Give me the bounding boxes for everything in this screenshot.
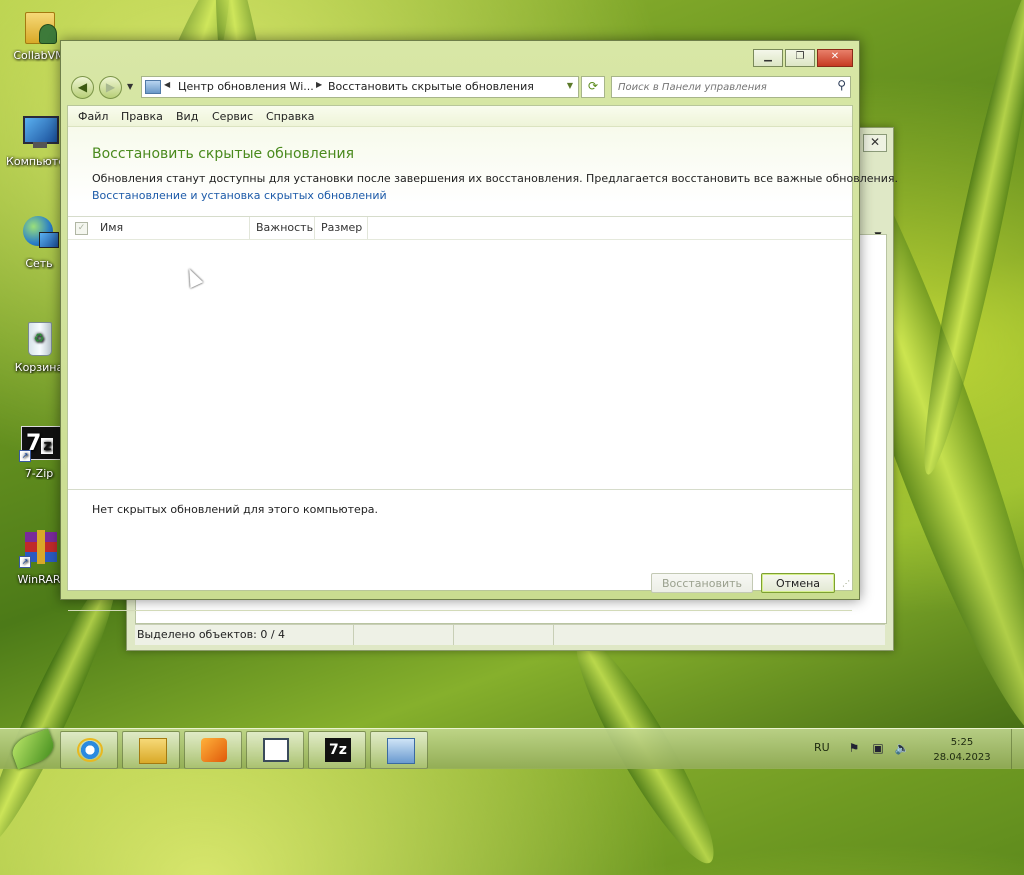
restore-install-link[interactable]: Восстановление и установка скрытых обнов…	[92, 189, 387, 202]
page-description: Обновления станут доступны для установки…	[92, 172, 898, 185]
breadcrumb-arrow-icon: ◀	[164, 80, 171, 89]
window-bottom-strip	[68, 610, 852, 611]
minimize-button[interactable]: ▁	[753, 49, 783, 67]
taskbar-control-panel[interactable]	[370, 731, 428, 769]
menu-help[interactable]: Справка	[266, 110, 314, 123]
status-bar: Выделено объектов: 0 / 4	[135, 624, 885, 645]
resize-grip-icon[interactable]: ⋰	[842, 579, 850, 588]
recycle-bin-icon: ♻	[19, 318, 59, 358]
breadcrumb-current-page[interactable]: Восстановить скрытые обновления	[328, 80, 534, 93]
menu-tools[interactable]: Сервис	[212, 110, 253, 123]
show-desktop-button[interactable]	[1011, 729, 1024, 769]
refresh-button[interactable]: ⟳	[581, 76, 605, 98]
start-leaf-icon	[8, 728, 58, 770]
taskbar-7zip[interactable]: 7z	[308, 731, 366, 769]
window-app-icon	[263, 738, 289, 762]
winrar-icon: ↗	[19, 530, 59, 570]
clock-date: 28.04.2023	[933, 752, 991, 763]
network-globe-icon	[19, 214, 59, 254]
caption-buttons: ▁ ❐ ✕	[753, 49, 853, 67]
taskbar-file-explorer[interactable]	[122, 731, 180, 769]
control-panel-icon	[145, 80, 161, 94]
start-button[interactable]	[6, 728, 58, 770]
menu-view[interactable]: Вид	[176, 110, 198, 123]
7zip-icon: 7z	[325, 738, 351, 762]
address-bar[interactable]: ◀ Центр обновления Wi... ▶ Восстановить …	[141, 76, 579, 98]
list-header: ✓ Имя Важность Размер	[68, 217, 852, 240]
column-header-name[interactable]: Имя	[94, 217, 250, 239]
clock-time: 5:25	[950, 737, 974, 748]
forward-button[interactable]: ▶	[99, 76, 122, 99]
column-header-importance[interactable]: Важность	[250, 217, 315, 239]
menu-file[interactable]: Файл	[78, 110, 108, 123]
action-center-flag-icon[interactable]: ⚑	[846, 741, 862, 755]
file-explorer-icon	[139, 738, 167, 764]
column-header-size[interactable]: Размер	[315, 217, 368, 239]
menu-bar: Файл Правка Вид Сервис Справка	[68, 106, 852, 127]
address-dropdown-icon[interactable]: ▼	[567, 81, 573, 90]
breadcrumb-windows-update[interactable]: Центр обновления Wi...	[178, 80, 314, 93]
clock[interactable]: 5:25 28.04.2023	[930, 735, 994, 765]
menu-edit[interactable]: Правка	[121, 110, 163, 123]
control-panel-icon	[387, 738, 415, 764]
7zip-icon: 7z ↗	[19, 424, 61, 464]
selection-status-text: Выделено объектов: 0 / 4	[137, 628, 286, 641]
taskbar-media-player[interactable]	[184, 731, 242, 769]
internet-explorer-icon	[77, 738, 103, 762]
shortcut-arrow-icon: ↗	[19, 450, 31, 462]
select-all-checkbox[interactable]: ✓	[75, 222, 88, 235]
recent-pages-dropdown-icon[interactable]: ▼	[127, 82, 133, 91]
updates-list[interactable]: ✓ Имя Важность Размер	[68, 216, 852, 490]
breadcrumb-arrow-icon: ▶	[316, 80, 323, 89]
volume-muted-icon[interactable]: 🔈	[894, 741, 910, 755]
maximize-button[interactable]: ❐	[785, 49, 815, 67]
network-status-icon[interactable]: ▣	[870, 741, 886, 755]
close-icon[interactable]: ✕	[863, 134, 887, 152]
restore-button[interactable]: Восстановить	[651, 573, 753, 593]
language-indicator[interactable]: RU	[814, 741, 830, 754]
search-input[interactable]	[616, 79, 826, 95]
taskbar: 7z RU ⚑ ▣ 🔈 5:25 28.04.2023	[0, 728, 1024, 770]
wallpaper-blade	[0, 565, 132, 855]
cancel-button[interactable]: Отмена	[761, 573, 835, 593]
search-box[interactable]: ⚲	[611, 76, 851, 98]
navigation-bar: ◀ ▶ ▼ ◀ Центр обновления Wi... ▶ Восстан…	[69, 75, 851, 99]
taskbar-internet-explorer[interactable]	[60, 731, 118, 769]
search-icon[interactable]: ⚲	[837, 78, 846, 92]
taskbar-window-app[interactable]	[246, 731, 304, 769]
page-title: Восстановить скрытые обновления	[92, 146, 354, 162]
restore-hidden-updates-window[interactable]: ▁ ❐ ✕ ◀ ▶ ▼ ◀ Центр обновления Wi... ▶ В…	[60, 40, 898, 611]
media-player-icon	[201, 738, 227, 762]
window-content: Файл Правка Вид Сервис Справка Восстанов…	[67, 105, 898, 611]
computer-icon	[19, 112, 59, 152]
back-button[interactable]: ◀	[71, 76, 94, 99]
close-button[interactable]: ✕	[817, 49, 853, 67]
no-hidden-updates-message: Нет скрытых обновлений для этого компьют…	[92, 503, 379, 516]
folder-user-icon	[19, 6, 59, 46]
shortcut-arrow-icon: ↗	[19, 556, 31, 568]
